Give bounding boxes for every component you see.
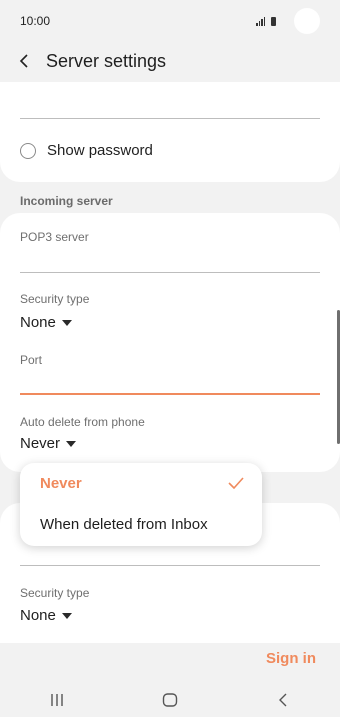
signal-icon: [256, 16, 265, 26]
auto-delete-label: Auto delete from phone: [20, 415, 145, 429]
show-password-label: Show password: [47, 142, 153, 159]
home-button[interactable]: [150, 685, 190, 715]
status-time: 10:00: [20, 14, 51, 28]
outgoing-security-type-dropdown[interactable]: None: [20, 607, 72, 624]
pop3-server-label: POP3 server: [20, 230, 89, 244]
outgoing-security-type-label: Security type: [20, 586, 90, 600]
auto-delete-dropdown-menu: Never When deleted from Inbox: [20, 463, 262, 546]
battery-icon: [271, 16, 276, 26]
page-title: Server settings: [46, 50, 167, 71]
chevron-left-icon: [19, 54, 28, 68]
port-label: Port: [20, 353, 43, 367]
app-bar: Server settings: [0, 42, 340, 80]
outgoing-server-underline: [20, 565, 320, 566]
security-type-value: None: [20, 314, 56, 331]
home-icon: [162, 692, 178, 707]
show-password-checkbox[interactable]: [20, 143, 36, 159]
security-type-dropdown[interactable]: None: [20, 314, 72, 331]
navigation-bar: [0, 682, 340, 717]
dropdown-option-never[interactable]: Never: [40, 475, 82, 492]
auto-delete-value: Never: [20, 435, 61, 452]
section-header-incoming-server: Incoming server: [20, 194, 113, 208]
pop3-server-underline: [20, 272, 320, 273]
port-underline: [20, 393, 320, 395]
nav-back-button[interactable]: [263, 685, 303, 715]
dropdown-arrow-icon: [66, 440, 77, 447]
dropdown-arrow-icon: [61, 319, 72, 326]
account-card: Show password: [0, 82, 340, 182]
status-icons: [256, 8, 320, 34]
sign-in-button[interactable]: Sign in: [266, 650, 316, 667]
auto-delete-dropdown[interactable]: Never: [20, 435, 77, 452]
dropdown-arrow-icon: [61, 612, 72, 619]
dropdown-option-when-deleted[interactable]: When deleted from Inbox: [40, 516, 208, 533]
password-field-underline: [20, 118, 320, 119]
front-camera: [294, 8, 320, 34]
security-type-label: Security type: [20, 292, 90, 306]
checkmark-icon: [228, 477, 244, 489]
recent-apps-button[interactable]: [37, 685, 77, 715]
back-button[interactable]: [14, 51, 34, 71]
incoming-server-card: POP3 server Security type None Port Auto…: [0, 213, 340, 472]
back-icon: [279, 693, 287, 706]
recent-apps-icon: [50, 693, 63, 706]
status-bar: 10:00: [0, 0, 340, 42]
port-input[interactable]: [20, 368, 320, 394]
outgoing-security-type-value: None: [20, 607, 56, 624]
